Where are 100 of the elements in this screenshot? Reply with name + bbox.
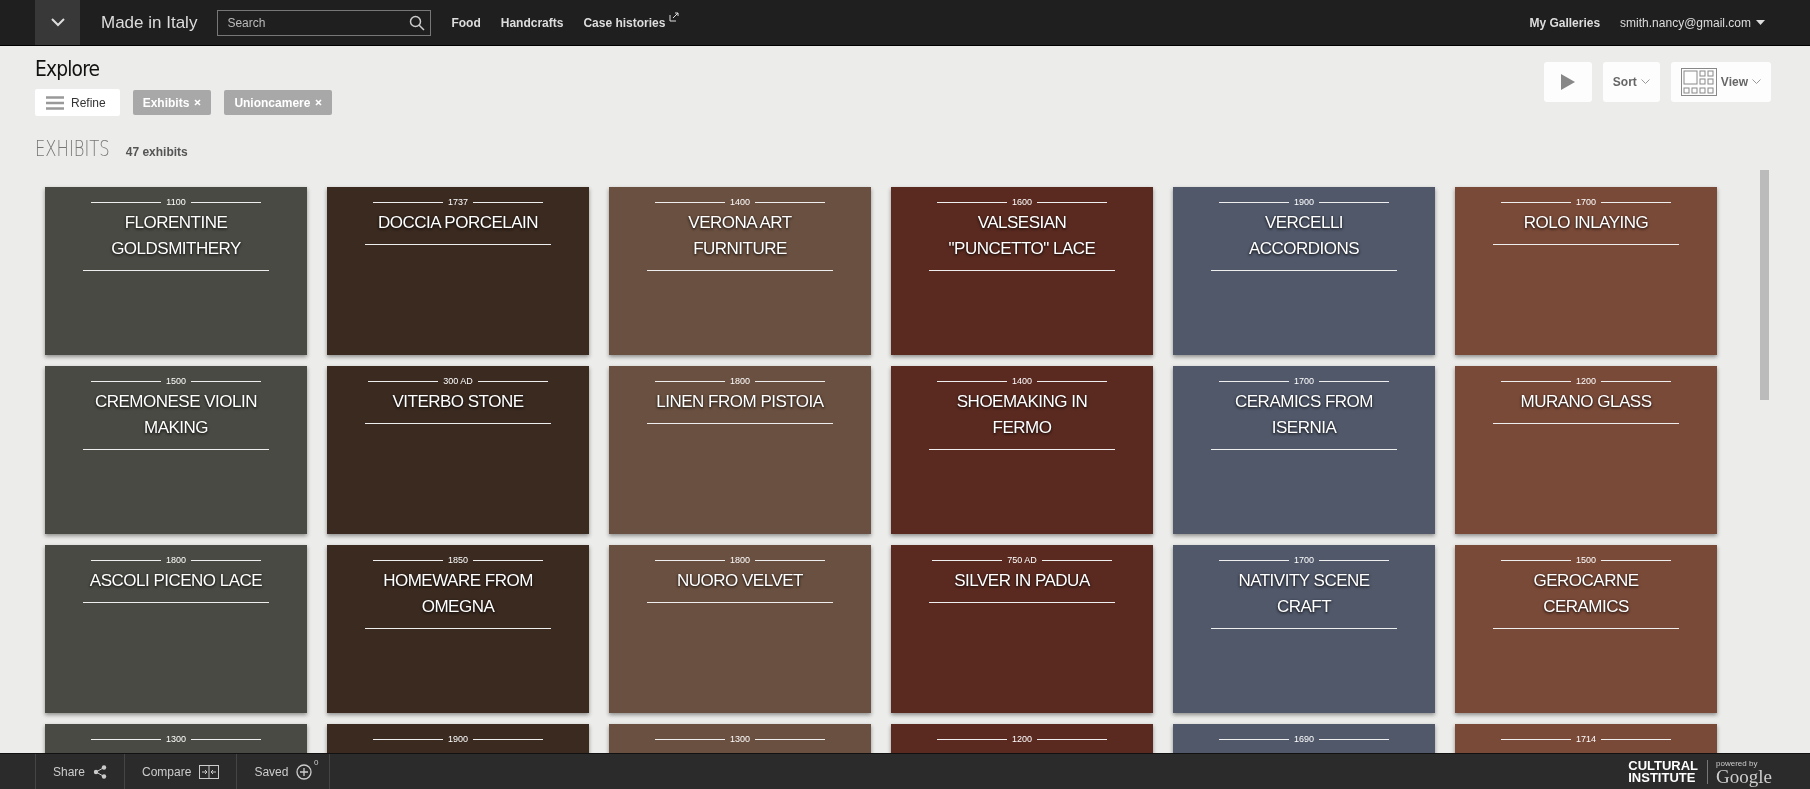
menu-dropdown-button[interactable] [35,0,80,45]
page-title: Explore [35,56,101,81]
exhibit-card[interactable]: 1714 [1455,724,1717,753]
cultural-institute-logo: CULTURAL INSTITUTE [1628,759,1709,784]
remove-icon [315,99,323,106]
exhibit-year: 1900 [1294,197,1314,207]
exhibit-card[interactable]: 1600 VALSESIAN "PUNCETTO" LACE [891,187,1153,355]
chevron-down-icon [1640,79,1650,85]
exhibit-title: MURANO GLASS [1493,386,1679,424]
exhibit-card[interactable]: 1500 CREMONESE VIOLIN MAKING [45,366,307,534]
slideshow-play-button[interactable] [1543,62,1592,102]
exhibit-year: 1700 [1294,376,1314,386]
exhibit-card[interactable]: 1200 MURANO GLASS [1455,366,1717,534]
search-field[interactable]: Search [217,9,432,36]
exhibit-year: 750 AD [1007,555,1037,565]
exhibit-year: 300 AD [443,376,473,386]
exhibit-year: 1700 [1576,197,1596,207]
grid-layout-icon [1680,68,1717,96]
menu-icon [46,95,64,110]
sort-button[interactable]: Sort [1602,62,1660,102]
exhibit-card[interactable]: 1700 CERAMICS FROM ISERNIA [1173,366,1435,534]
exhibit-year: 1400 [730,197,750,207]
exhibit-card[interactable]: 1300 [45,724,307,753]
compare-icon [199,764,220,779]
exhibit-card[interactable]: 1900 VERCELLI ACCORDIONS [1173,187,1435,355]
exhibit-title: VITERBO STONE [365,386,551,424]
exhibit-year: 1700 [1294,555,1314,565]
exhibit-card[interactable]: 1100 FLORENTINE GOLDSMITHERY [45,187,307,355]
search-icon [409,14,426,31]
exhibit-card[interactable]: 1900 [327,724,589,753]
nav-link[interactable]: Case histories [583,15,680,30]
exhibit-title: ROLO INLAYING [1493,207,1679,245]
exhibit-year: 1100 [166,197,186,207]
share-icon [93,764,108,779]
chevron-down-icon [50,18,65,27]
exhibit-year: 1500 [1576,555,1596,565]
exhibit-card[interactable]: 1300 [609,724,871,753]
view-button[interactable]: View [1670,62,1771,102]
exhibit-card[interactable]: 1800 LINEN FROM PISTOIA [609,366,871,534]
scrollbar[interactable] [1760,170,1769,400]
compare-button[interactable]: Compare [125,754,238,789]
exhibit-year: 1300 [730,734,750,744]
saved-count: 0 [313,757,319,767]
exhibit-year: 1800 [730,555,750,565]
exhibit-year: 1300 [166,734,186,744]
section-title: EXHIBITS [35,137,110,161]
exhibit-title: VERCELLI ACCORDIONS [1211,207,1397,271]
chevron-down-icon [1752,79,1761,85]
exhibit-year: 1800 [730,376,750,386]
user-account-menu[interactable]: smith.nancy@gmail.com [1620,15,1765,30]
exhibit-card[interactable]: 1800 NUORO VELVET [609,545,871,713]
exhibit-title: ASCOLI PICENO LACE [83,565,269,603]
exhibit-title: VALSESIAN "PUNCETTO" LACE [929,207,1115,271]
saved-button[interactable]: Saved 0 [237,754,331,789]
my-galleries-link[interactable]: My Galleries [1529,15,1601,30]
nav-link[interactable]: Handcrafts [500,15,564,30]
exhibit-card[interactable]: 300 AD VITERBO STONE [327,366,589,534]
exhibit-title: GEROCARNE CERAMICS [1493,565,1679,629]
external-link-icon [669,11,680,22]
exhibit-title: VERONA ART FURNITURE [647,207,833,271]
exhibit-title: DOCCIA PORCELAIN [365,207,551,245]
exhibit-count: 47 exhibits [125,145,188,159]
exhibit-year: 1200 [1012,734,1032,744]
refine-button[interactable]: Refine [35,89,120,116]
exhibit-title: SHOEMAKING IN FERMO [929,386,1115,450]
exhibit-title: NUORO VELVET [647,565,833,603]
add-circle-icon [296,763,313,780]
exhibit-card[interactable]: 1500 GEROCARNE CERAMICS [1455,545,1717,713]
exhibit-year: 1900 [448,734,468,744]
exhibit-card[interactable]: 1700 ROLO INLAYING [1455,187,1717,355]
exhibit-title: HOMEWARE FROM OMEGNA [365,565,551,629]
exhibit-card[interactable]: 1737 DOCCIA PORCELAIN [327,187,589,355]
exhibit-title: SILVER IN PADUA [929,565,1115,603]
exhibit-title: CREMONESE VIOLIN MAKING [83,386,269,450]
share-button[interactable]: Share [35,754,126,789]
exhibit-card[interactable]: 750 AD SILVER IN PADUA [891,545,1153,713]
exhibit-year: 1800 [166,555,186,565]
exhibit-title: FLORENTINE GOLDSMITHERY [83,207,269,271]
exhibit-year: 1400 [1012,376,1032,386]
exhibit-year: 1500 [166,376,186,386]
exhibit-card[interactable]: 1800 ASCOLI PICENO LACE [45,545,307,713]
google-logo: Google [1716,767,1772,785]
exhibit-year: 1690 [1294,734,1314,744]
exhibit-year: 1850 [448,555,468,565]
exhibit-card[interactable]: 1200 [891,724,1153,753]
exhibit-card[interactable]: 1850 HOMEWARE FROM OMEGNA [327,545,589,713]
exhibit-year: 1200 [1576,376,1596,386]
nav-link[interactable]: Food [451,15,481,30]
exhibit-year: 1714 [1576,734,1596,744]
exhibit-title: LINEN FROM PISTOIA [647,386,833,424]
play-icon [1560,74,1575,90]
exhibit-title: CERAMICS FROM ISERNIA [1211,386,1397,450]
exhibit-card[interactable]: 1400 VERONA ART FURNITURE [609,187,871,355]
exhibit-card[interactable]: 1400 SHOEMAKING IN FERMO [891,366,1153,534]
exhibit-year: 1737 [448,197,468,207]
remove-icon [194,99,202,106]
site-title: Made in Italy [101,12,198,33]
exhibit-card[interactable]: 1700 NATIVITY SCENE CRAFT [1173,545,1435,713]
powered-by-text: powered by [1716,758,1759,768]
exhibit-card[interactable]: 1690 [1173,724,1435,753]
